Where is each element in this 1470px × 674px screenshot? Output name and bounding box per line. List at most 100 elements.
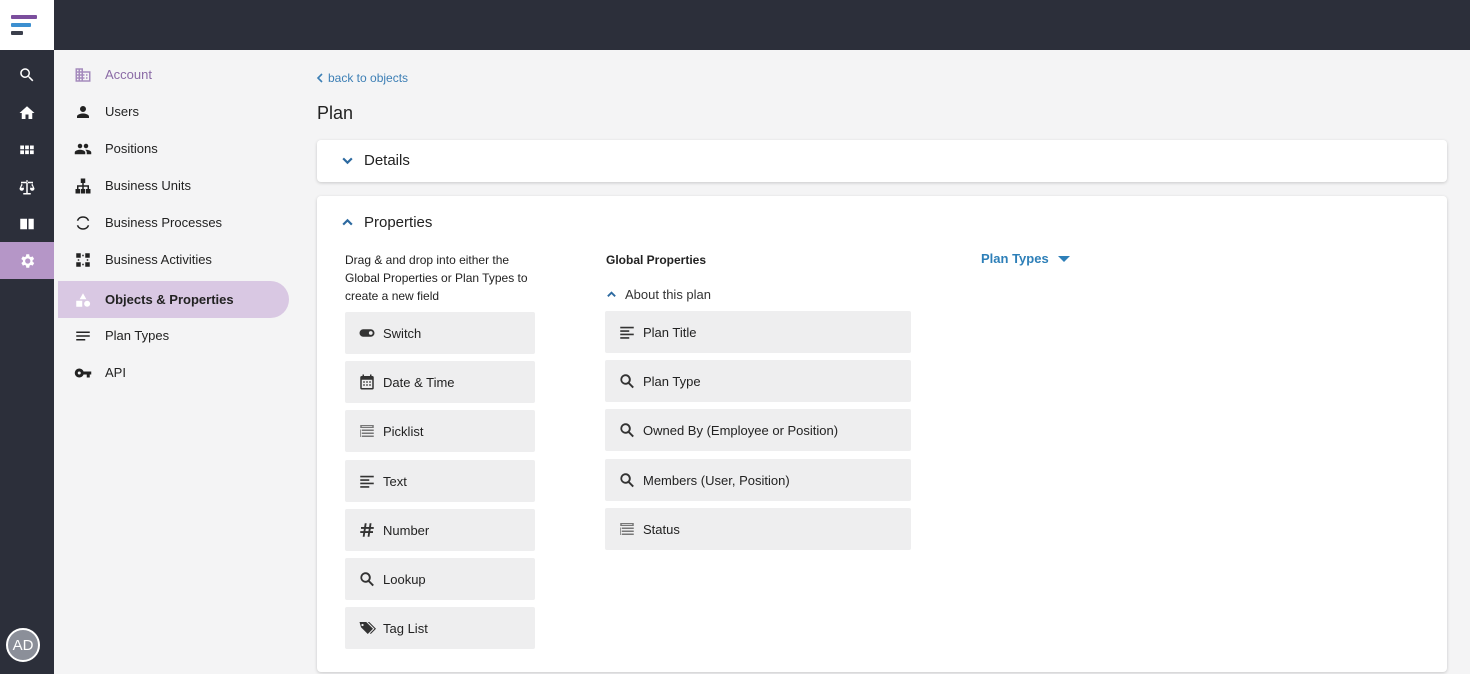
page-title: Plan (317, 103, 354, 123)
gear-icon (21, 253, 35, 268)
chevron-up-icon (607, 291, 616, 297)
palette-switch[interactable]: Switch (345, 312, 535, 354)
back-link-label: back to objects (328, 71, 409, 85)
sidebar-item-business-activities[interactable]: Business Activities (58, 241, 289, 278)
palette-label: Picklist (383, 423, 424, 439)
palette-label: Text (383, 473, 407, 489)
sidebar-item-account[interactable]: Account (58, 56, 289, 93)
field-label: Members (User, Position) (643, 472, 790, 488)
palette-picklist[interactable]: Picklist (345, 410, 535, 452)
palette-lookup[interactable]: Lookup (345, 558, 535, 600)
sidebar-item-positions[interactable]: Positions (58, 130, 289, 167)
palette-label: Number (383, 522, 430, 538)
sidebar-item-business-units[interactable]: Business Units (58, 167, 289, 204)
magnifier-icon (358, 570, 376, 588)
sidebar-item-label: Account (105, 67, 152, 82)
app-logo[interactable] (0, 0, 54, 50)
text-lines-icon (358, 472, 376, 490)
person-icon (72, 101, 94, 123)
sidebar-item-users[interactable]: Users (58, 93, 289, 130)
field-label: Plan Type (643, 373, 701, 389)
shapes-icon (72, 289, 94, 311)
properties-title: Properties (364, 214, 433, 231)
chevron-left-icon (316, 73, 323, 83)
picklist-icon (358, 422, 376, 440)
lines-icon (72, 325, 94, 347)
rail-dashboard[interactable] (0, 131, 54, 168)
sidebar-item-label: Objects & Properties (105, 292, 234, 307)
magnifier-icon (618, 372, 636, 390)
palette-number[interactable]: Number (345, 509, 535, 551)
sidebar-item-label: Plan Types (105, 328, 170, 343)
chevron-up-icon (342, 218, 353, 226)
sidebar-item-business-processes[interactable]: Business Processes (58, 204, 289, 241)
calendar-icon (358, 373, 376, 391)
details-title: Details (364, 152, 410, 169)
global-field-owned-by[interactable]: Owned By (Employee or Position) (605, 409, 911, 451)
chevron-down-icon (342, 157, 353, 165)
sidebar-item-api[interactable]: API (58, 354, 289, 391)
text-lines-icon (618, 323, 636, 341)
top-bar (0, 0, 1470, 50)
book-icon (20, 218, 34, 229)
logo-bar-2 (11, 23, 31, 27)
sidebar-item-objects-properties[interactable]: Objects & Properties (58, 281, 289, 318)
rail-settings[interactable] (0, 242, 54, 279)
sidebar-item-label: Users (105, 104, 139, 119)
rail-library[interactable] (0, 205, 54, 242)
back-to-objects-link[interactable]: back to objects (316, 71, 408, 85)
picklist-icon (618, 520, 636, 538)
grid-icon (20, 145, 34, 154)
rail-balance[interactable] (0, 168, 54, 205)
settings-sidebar: Account Users Positions Business Units B… (54, 50, 300, 674)
palette-label: Switch (383, 325, 422, 341)
palette-text[interactable]: Text (345, 460, 535, 502)
about-this-plan-toggle[interactable]: About this plan (606, 287, 711, 302)
home-icon (19, 105, 35, 119)
palette-tag-list[interactable]: Tag List (345, 607, 535, 649)
sidebar-item-label: API (105, 365, 126, 380)
global-field-plan-type[interactable]: Plan Type (605, 360, 911, 402)
magnifier-icon (618, 471, 636, 489)
properties-panel: Properties Drag & and drop into either t… (317, 196, 1447, 672)
scales-icon (19, 179, 35, 194)
field-label: Status (643, 521, 680, 537)
sidebar-item-label: Business Processes (105, 215, 223, 230)
global-properties-title: Global Properties (606, 253, 707, 267)
user-avatar[interactable]: AD (6, 628, 40, 662)
palette-label: Tag List (383, 620, 428, 636)
details-panel: Details (317, 140, 1447, 182)
global-field-members[interactable]: Members (User, Position) (605, 459, 911, 501)
plan-types-dropdown[interactable]: Plan Types (981, 251, 1071, 266)
global-field-status[interactable]: Status (605, 508, 911, 550)
logo-bar-1 (11, 15, 37, 19)
rail-home[interactable] (0, 94, 54, 131)
logo-bar-3 (11, 31, 23, 35)
drag-instructions: Drag & and drop into either the Global P… (345, 253, 528, 303)
sidebar-item-label: Business Activities (105, 252, 212, 267)
sidebar-item-plan-types[interactable]: Plan Types (58, 317, 289, 354)
key-icon (72, 362, 94, 384)
hash-icon (358, 521, 376, 539)
palette-label: Date & Time (383, 374, 455, 390)
properties-header[interactable]: Properties (341, 214, 432, 231)
building-icon (72, 64, 94, 86)
caret-down-icon (1057, 255, 1070, 262)
rail-search[interactable] (0, 56, 54, 93)
tag-icon (358, 619, 376, 637)
cycle-icon (72, 212, 94, 234)
palette-date-time[interactable]: Date & Time (345, 361, 535, 403)
plan-types-label: Plan Types (981, 251, 1049, 266)
sidebar-item-label: Positions (105, 141, 158, 156)
details-header[interactable]: Details (341, 152, 410, 169)
field-label: Plan Title (643, 324, 697, 340)
search-icon (20, 67, 34, 81)
icon-rail: AD (0, 50, 54, 674)
magnifier-icon (618, 421, 636, 439)
section-label: About this plan (625, 287, 712, 302)
field-label: Owned By (Employee or Position) (643, 422, 839, 438)
global-field-plan-title[interactable]: Plan Title (605, 311, 911, 353)
sidebar-item-label: Business Units (105, 178, 191, 193)
hierarchy-icon (72, 175, 94, 197)
activity-icon (72, 249, 94, 271)
